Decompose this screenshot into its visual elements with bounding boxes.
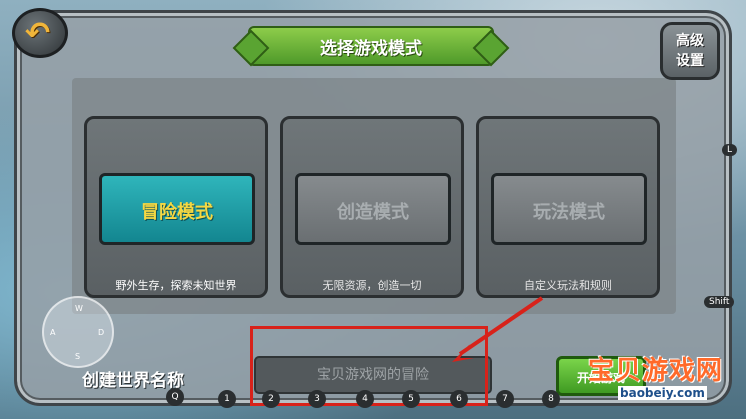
mode-card-adventure: 冒险模式 野外生存，探索未知世界 <box>84 116 268 298</box>
mode-label: 创造模式 <box>337 202 409 223</box>
title-banner: 选择游戏模式 <box>248 26 494 66</box>
back-button[interactable]: ↶ <box>12 8 68 58</box>
adventure-mode-button[interactable]: 冒险模式 <box>99 173 255 245</box>
mode-description: 无限资源，创造一切 <box>322 279 422 292</box>
mode-card-gameplay: 玩法模式 自定义玩法和规则 <box>476 116 660 298</box>
key-hint-3: 3 <box>308 390 326 408</box>
mode-description: 自定义玩法和规则 <box>524 279 612 292</box>
advanced-settings-label: 高级 设置 <box>676 33 704 69</box>
advanced-settings-button[interactable]: 高级 设置 <box>660 22 720 80</box>
key-hint-6: 6 <box>450 390 468 408</box>
world-name-label: 创建世界名称 <box>82 371 184 391</box>
movement-joystick[interactable]: W A D S <box>42 296 114 368</box>
mode-card-creative: 创造模式 无限资源，创造一切 <box>280 116 464 298</box>
creative-mode-button[interactable]: 创造模式 <box>295 173 451 245</box>
mode-label: 冒险模式 <box>141 202 213 223</box>
back-arrow-icon: ↶ <box>25 16 51 51</box>
joystick-d-key: D <box>98 328 105 337</box>
mode-description: 野外生存，探索未知世界 <box>115 279 237 292</box>
page-title: 选择游戏模式 <box>320 39 422 59</box>
joystick-w-key: W <box>75 304 83 313</box>
gameplay-mode-button[interactable]: 玩法模式 <box>491 173 647 245</box>
key-hint-2: 2 <box>262 390 280 408</box>
key-hint-8: 8 <box>542 390 560 408</box>
joystick-a-key: A <box>50 328 56 337</box>
side-key-l: L <box>722 144 738 156</box>
side-key-shift: Shift <box>704 296 735 308</box>
watermark-url: baobeiy.com <box>618 386 707 400</box>
key-hint-q: Q <box>166 388 184 406</box>
watermark-logo: 宝贝游戏网 <box>588 356 724 386</box>
key-hint-5: 5 <box>402 390 420 408</box>
key-hint-1: 1 <box>218 390 236 408</box>
joystick-s-key: S <box>75 352 81 361</box>
key-hint-4: 4 <box>356 390 374 408</box>
key-hint-7: 7 <box>496 390 514 408</box>
annotation-arrow <box>452 296 544 362</box>
mode-label: 玩法模式 <box>533 202 605 223</box>
